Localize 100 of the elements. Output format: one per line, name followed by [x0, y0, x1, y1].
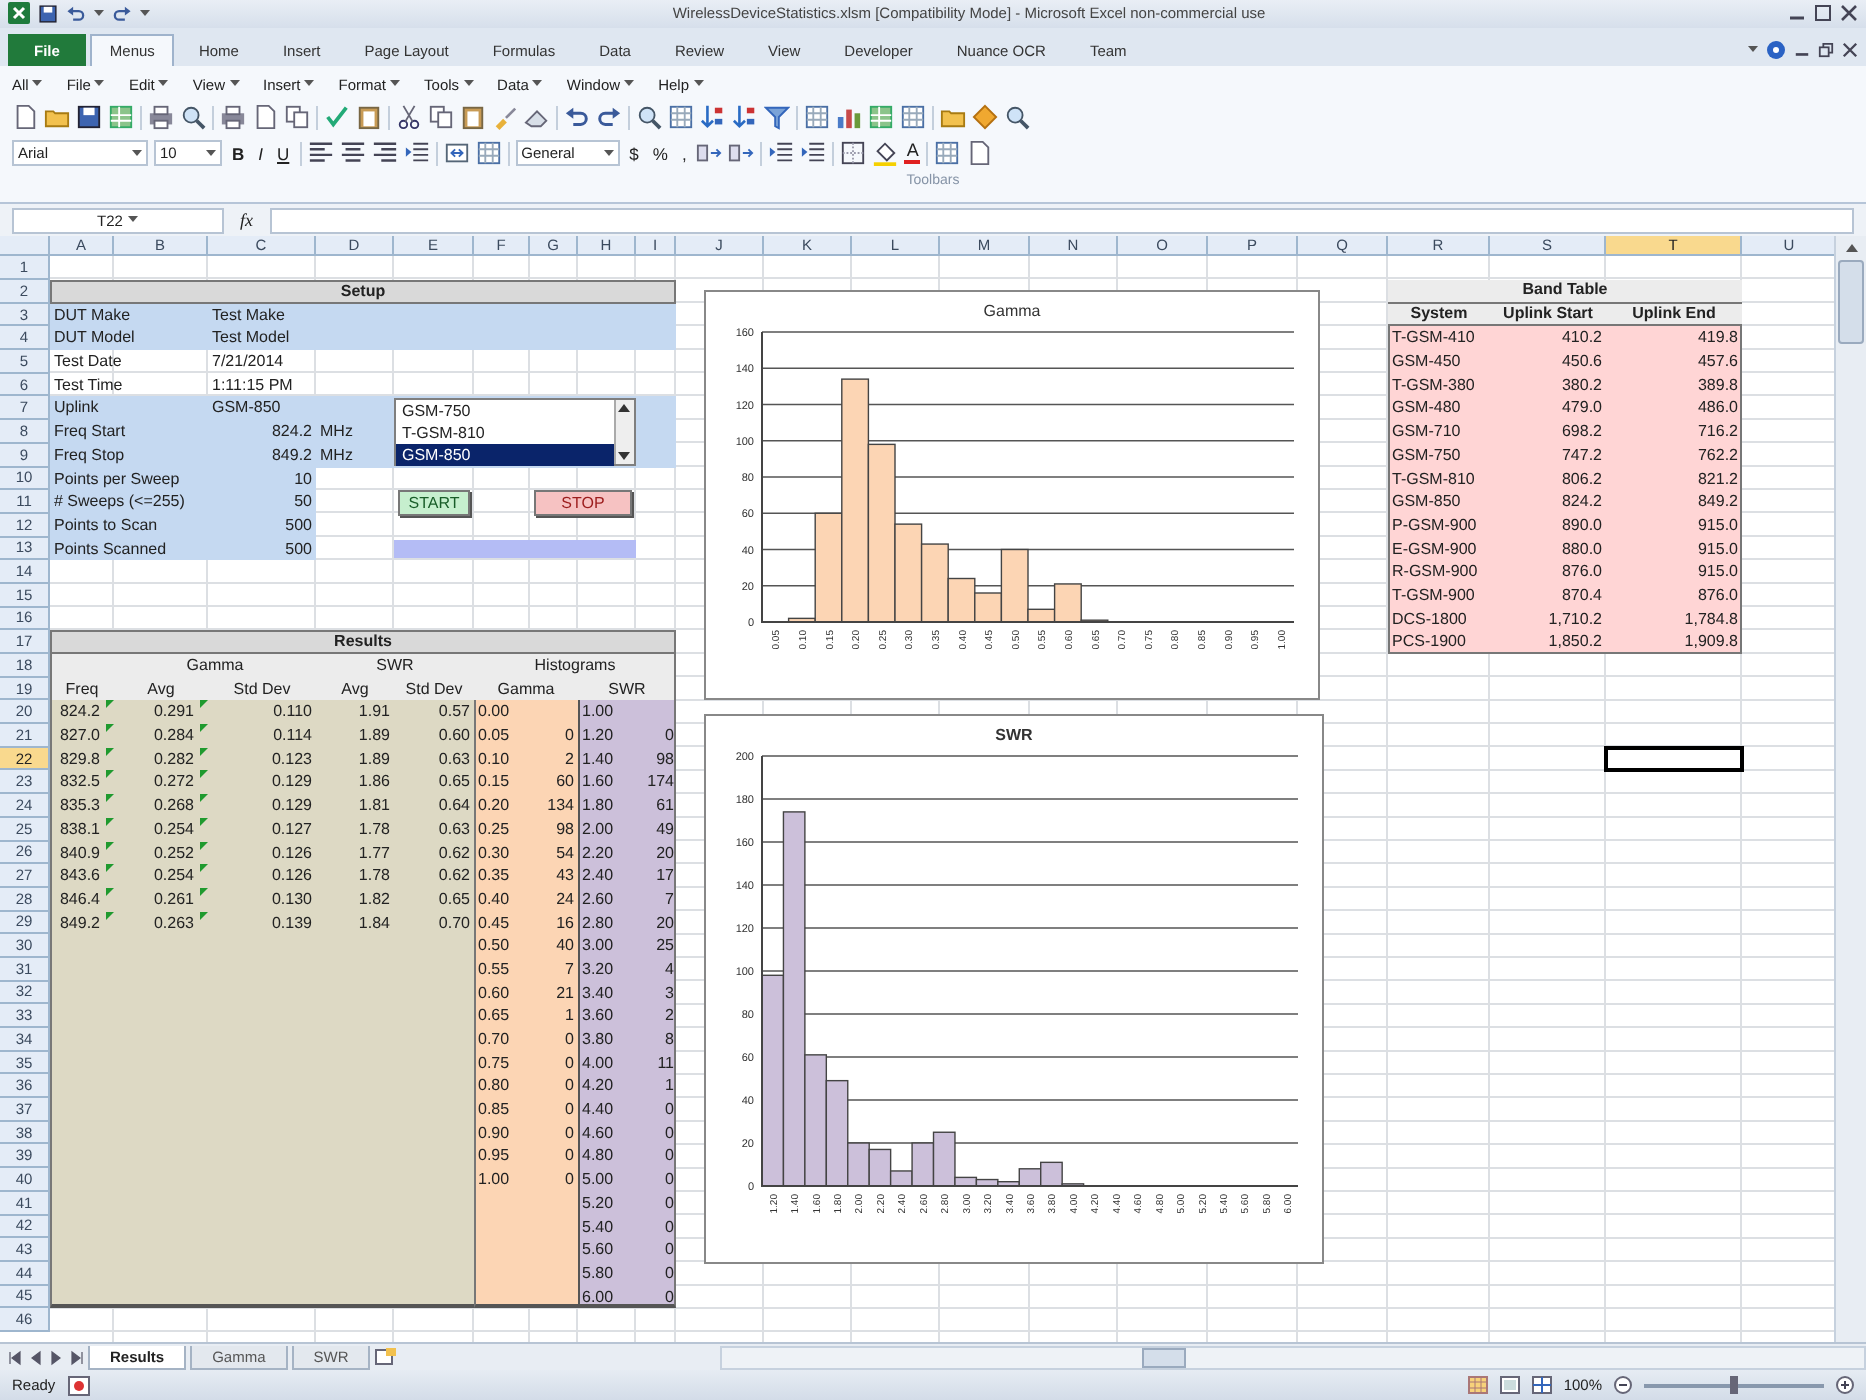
- table-cell-text: 0.127: [269, 817, 314, 842]
- table-cell-text: 698.2: [1559, 420, 1604, 444]
- column-heading: Freq: [63, 677, 101, 701]
- table-cell-text: 762.2: [1695, 443, 1740, 468]
- table-cell-text: 0: [663, 1261, 676, 1286]
- table-cell-text: 0.63: [436, 747, 472, 771]
- column-heading: Std Dev: [231, 677, 293, 701]
- table-cell-text: 2.40: [580, 864, 616, 888]
- table-cell-text: 40: [554, 934, 576, 958]
- table-cell-text: 0.114: [271, 724, 314, 748]
- table-cell-text: 3.20: [580, 957, 616, 982]
- table-cell-text: 0: [563, 1028, 576, 1052]
- table-cell-text: 0.10: [476, 747, 512, 771]
- table-cell-text: 1.84: [356, 911, 392, 935]
- table-cell-text: T-GSM-380: [1390, 373, 1477, 397]
- section-title: Results: [50, 630, 676, 655]
- table-cell-text: 479.0: [1559, 396, 1604, 421]
- table-cell-text: 0.268: [151, 794, 196, 818]
- table-cell-text: 0: [663, 1121, 676, 1145]
- table-cell-text: 1,909.8: [1682, 630, 1740, 655]
- table-cell-text: 1.78: [356, 864, 392, 888]
- table-cell-text: 0.55: [476, 957, 512, 982]
- table-cell-text: 835.3: [57, 794, 102, 818]
- table-cell-text: 824.2: [57, 700, 102, 725]
- table-cell-text: 0: [663, 1098, 676, 1122]
- table-cell-text: 0.45: [476, 911, 512, 935]
- table-cell-text: 0.110: [271, 700, 314, 725]
- section-title: Setup: [50, 280, 676, 304]
- table-cell-text: GSM-480: [1390, 396, 1463, 421]
- field-label: Points to Scan: [50, 513, 208, 538]
- table-cell-text: 17: [654, 864, 676, 888]
- field-label: DUT Make: [52, 303, 133, 327]
- table-cell-text: 876.0: [1695, 583, 1740, 608]
- table-cell-text: 832.5: [57, 770, 102, 795]
- table-cell-text: 5.00: [580, 1168, 616, 1192]
- table-cell-text: 821.2: [1695, 467, 1740, 491]
- table-cell-text: 5.60: [580, 1238, 616, 1262]
- field-value: GSM-850: [210, 396, 283, 421]
- table-cell-text: 2.20: [580, 841, 616, 865]
- table-cell-text: 43: [554, 864, 576, 888]
- table-cell-text: 0.40: [476, 887, 512, 912]
- table-cell-text: 1.60: [580, 770, 616, 795]
- table-cell-text: 0.129: [269, 794, 314, 818]
- table-cell-text: 1: [663, 1074, 676, 1099]
- table-cell-text: 3: [663, 981, 676, 1005]
- table-cell-text: 0.65: [436, 887, 472, 912]
- table-cell-text: 0.126: [269, 841, 314, 865]
- table-cell-text: 0: [663, 1191, 676, 1216]
- table-cell-text: 5.80: [580, 1261, 616, 1286]
- table-cell-text: 1.00: [476, 1168, 512, 1192]
- table-cell-text: 1.89: [356, 747, 392, 771]
- table-cell-text: 1.91: [356, 700, 392, 725]
- table-cell-text: 4.80: [580, 1144, 616, 1169]
- field-value: 7/21/2014: [210, 350, 286, 374]
- table-cell-text: 870.4: [1559, 583, 1604, 608]
- table-cell-text: 134: [545, 794, 576, 818]
- table-cell-text: 1.77: [356, 841, 392, 865]
- table-cell-text: 0.254: [151, 864, 196, 888]
- table-cell-text: 0: [563, 1168, 576, 1192]
- table-cell-text: 4.40: [580, 1098, 616, 1122]
- table-cell-text: 0.254: [151, 817, 196, 842]
- table-cell-text: 98: [654, 747, 676, 771]
- table-cell-text: 98: [554, 817, 576, 842]
- table-cell-text: 380.2: [1559, 373, 1604, 397]
- table-cell-text: PCS-1900: [1390, 630, 1468, 655]
- table-cell-text: 1.00: [580, 700, 616, 725]
- table-cell-text: 20: [654, 911, 676, 935]
- table-cell-text: 0: [663, 1285, 676, 1309]
- table-cell-text: 1.82: [356, 887, 392, 912]
- table-cell-text: 60: [554, 770, 576, 795]
- table-cell-text: 843.6: [57, 864, 102, 888]
- table-cell-text: 1,850.2: [1546, 630, 1604, 655]
- table-cell-text: 5.20: [580, 1191, 616, 1216]
- field-value: 1:11:15 PM: [210, 373, 295, 397]
- table-cell-text: E-GSM-900: [1390, 537, 1479, 561]
- column-heading: Gamma: [495, 677, 557, 701]
- table-cell-text: 389.8: [1695, 373, 1740, 397]
- table-cell-text: 0.123: [269, 747, 314, 771]
- field-value: 500: [208, 513, 316, 538]
- table-cell-text: 0.62: [436, 864, 472, 888]
- table-cell-text: 0.284: [151, 724, 196, 748]
- table-cell-text: 0.126: [269, 864, 314, 888]
- table-cell-text: 2: [563, 747, 576, 771]
- table-cell-text: GSM-450: [1390, 350, 1463, 374]
- table-cell-text: 0.65: [436, 770, 472, 795]
- column-heading: Std Dev: [403, 677, 465, 701]
- table-cell-text: 0.35: [476, 864, 512, 888]
- table-cell-text: 0.25: [476, 817, 512, 842]
- column-heading: SWR: [606, 677, 648, 701]
- table-cell-text: 4: [663, 957, 676, 982]
- table-cell-text: 6.00: [580, 1285, 616, 1309]
- table-cell-text: 1: [563, 1004, 576, 1029]
- column-heading: Avg: [339, 677, 371, 701]
- field-label: Uplink: [52, 396, 101, 421]
- field-value: 824.2: [269, 420, 314, 444]
- table-cell-text: 4.20: [580, 1074, 616, 1099]
- table-cell-text: 0: [663, 1238, 676, 1262]
- table-cell-text: 0: [663, 724, 676, 748]
- table-cell-text: 1,784.8: [1682, 607, 1740, 631]
- table-cell-text: 49: [654, 817, 676, 842]
